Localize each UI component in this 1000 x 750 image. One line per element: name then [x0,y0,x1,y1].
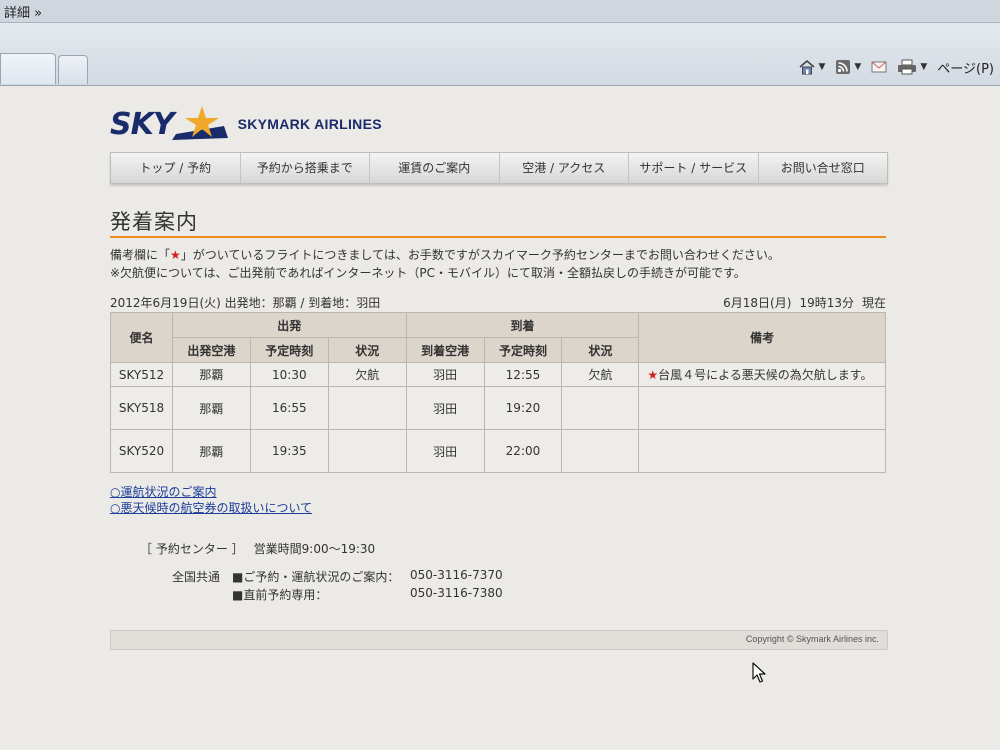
browser-tab-active[interactable] [0,53,56,84]
browser-top-bar: 詳細 » [0,0,1000,23]
rss-feed-icon [836,60,851,74]
flight-number: SKY520 [110,429,173,473]
arr-time: 19:20 [483,386,563,430]
dep-airport: 那覇 [171,429,251,473]
reservation-line-2-label: ■直前予約専用： [232,588,328,602]
page-menu-label: ページ(P) [937,61,994,77]
dep-time: 10:30 [249,362,329,387]
logo-mark: SKY [110,106,175,142]
remark [638,386,886,430]
notice-line-2: ※欠航便については、ご出発前であればインターネット（PC・モバイル）にて取消・全… [110,266,746,280]
page-viewport: SKY SKYMARK AIRLINES トップ / 予約 予約から搭乗まで 運… [0,86,1000,750]
arr-airport: 羽田 [405,362,485,387]
home-dropdown-icon[interactable]: ▼ [819,62,826,72]
dep-airport: 那覇 [171,386,251,430]
print-button[interactable]: ▼ [897,59,927,75]
notice-text: 備考欄に「★」がついているフライトにつきましては、お手数ですがスカイマーク予約セ… [110,246,780,282]
nav-airport-access[interactable]: 空港 / アクセス [500,153,629,183]
header-arr-status: 状況 [561,337,640,363]
remark [638,429,886,473]
nav-contact[interactable]: お問い合せ窓口 [759,153,888,183]
mail-icon [871,61,887,73]
dep-time: 16:55 [249,386,329,430]
reservation-center-hours: 営業時間9:00～19:30 [253,542,376,556]
reservation-line-1-tel: 050-3116-7370 [410,568,503,582]
arr-time: 12:55 [483,362,563,387]
home-button[interactable]: ▼ [798,59,826,75]
flight-status-table: 便名 出発 到着 備考 出発空港 予定時刻 状況 到着空港 予定時刻 状況 SK… [110,312,886,473]
dep-airport: 那覇 [171,362,251,387]
nav-support-service[interactable]: サポート / サービス [629,153,759,183]
reservation-scope: 全国共通 [172,570,221,584]
logo-name: SKYMARK AIRLINES [237,116,382,132]
feeds-button[interactable]: ▼ [835,59,861,75]
remark-star: ★ [647,368,659,382]
page-footer: Copyright © Skymark Airlines inc. [110,630,888,650]
header-dep-airport: 出発空港 [171,337,251,363]
header-remarks: 備考 [638,312,886,363]
table-row: SKY512 那覇 10:30 欠航 羽田 12:55 欠航 ★台風４号による悪… [110,362,886,387]
header-arrival: 到着 [405,312,640,338]
flight-number: SKY512 [110,362,173,387]
updated-now-label: 現在 [861,296,886,310]
table-row: SKY518 那覇 16:55 羽田 19:20 [110,386,886,430]
arr-airport: 羽田 [405,386,485,430]
home-icon [798,59,815,75]
details-link[interactable]: 詳細 » [4,2,42,21]
reservation-center-heading: ［ 予約センター ］ 営業時間9:00～19:30 [140,540,385,557]
notice-line-1-post: 」がついているフライトにつきましては、お手数ですがスカイマーク予約センターまでお… [180,248,780,262]
updated-time: 6月18日(月) 19時13分 現在 [715,294,886,311]
nav-reservation-to-boarding[interactable]: 予約から搭乗まで [241,153,370,183]
print-icon [898,59,917,75]
link-bad-weather-tickets[interactable]: ○悪天候時の航空券の取扱いについて [110,500,312,516]
title-divider [110,236,886,238]
flight-number: SKY518 [110,386,173,430]
header-arr-time: 予定時刻 [483,337,563,363]
browser-tab-row: ▼ ▼ ▼ ページ(P) [0,23,1000,86]
skymark-logo[interactable]: SKY SKYMARK AIRLINES [110,104,382,144]
copyright: Copyright © Skymark Airlines inc. [745,634,879,644]
header-dep-time: 予定時刻 [249,337,329,363]
feeds-dropdown-icon[interactable]: ▼ [854,62,861,72]
dep-status: 欠航 [327,362,407,387]
notice-line-1-pre: 備考欄に「 [110,248,171,262]
updated-clock: 19時13分 [799,296,854,310]
reservation-line-1-label: ■ご予約・運航状況のご案内： [232,570,400,584]
date-bar: 2012年6月19日(火) 出発地：那覇 / 到着地：羽田 6月18日(月) 19… [110,294,886,311]
reservation-line-2-tel: 050-3116-7380 [410,586,503,600]
header-arr-airport: 到着空港 [405,337,485,363]
mouse-cursor-icon [752,662,766,683]
arr-status [561,429,640,473]
notice-star: ★ [170,248,181,262]
info-links: ○運航状況のご案内 ○悪天候時の航空券の取扱いについて [110,484,312,516]
header-dep-status: 状況 [327,337,407,363]
updated-date: 6月18日(月) [723,296,792,310]
star-logo-icon [171,106,228,140]
arr-airport: 羽田 [405,429,485,473]
page-title: 発着案内 [110,210,198,234]
header-departure: 出発 [171,312,407,338]
arr-status [561,386,640,430]
nav-fares[interactable]: 運賃のご案内 [370,153,500,183]
new-tab-button[interactable] [58,55,88,84]
dep-time: 19:35 [249,429,329,473]
remark: ★台風４号による悪天候の為欠航します。 [638,362,886,387]
mail-button[interactable] [871,60,887,74]
remark-text: 台風４号による悪天候の為欠航します。 [658,368,873,382]
flight-date-route: 2012年6月19日(火) 出発地：那覇 / 到着地：羽田 [110,296,381,310]
nav-top-reservation[interactable]: トップ / 予約 [111,153,241,183]
header-flight: 便名 [110,312,173,363]
table-row: SKY520 那覇 19:35 羽田 22:00 [110,429,886,473]
print-dropdown-icon[interactable]: ▼ [920,62,927,72]
arr-time: 22:00 [483,429,563,473]
reservation-center-title: ［ 予約センター ］ [140,542,244,556]
notice-line-1: 備考欄に「★」がついているフライトにつきましては、お手数ですがスカイマーク予約セ… [110,246,780,264]
arr-status: 欠航 [561,362,640,387]
command-bar: ▼ ▼ ▼ ページ(P) [798,55,1000,79]
main-nav: トップ / 予約 予約から搭乗まで 運賃のご案内 空港 / アクセス サポート … [110,152,888,184]
page-menu[interactable]: ページ(P) [937,58,994,77]
dep-status [327,429,407,473]
link-flight-status-info[interactable]: ○運航状況のご案内 [110,484,312,500]
dep-status [327,386,407,430]
